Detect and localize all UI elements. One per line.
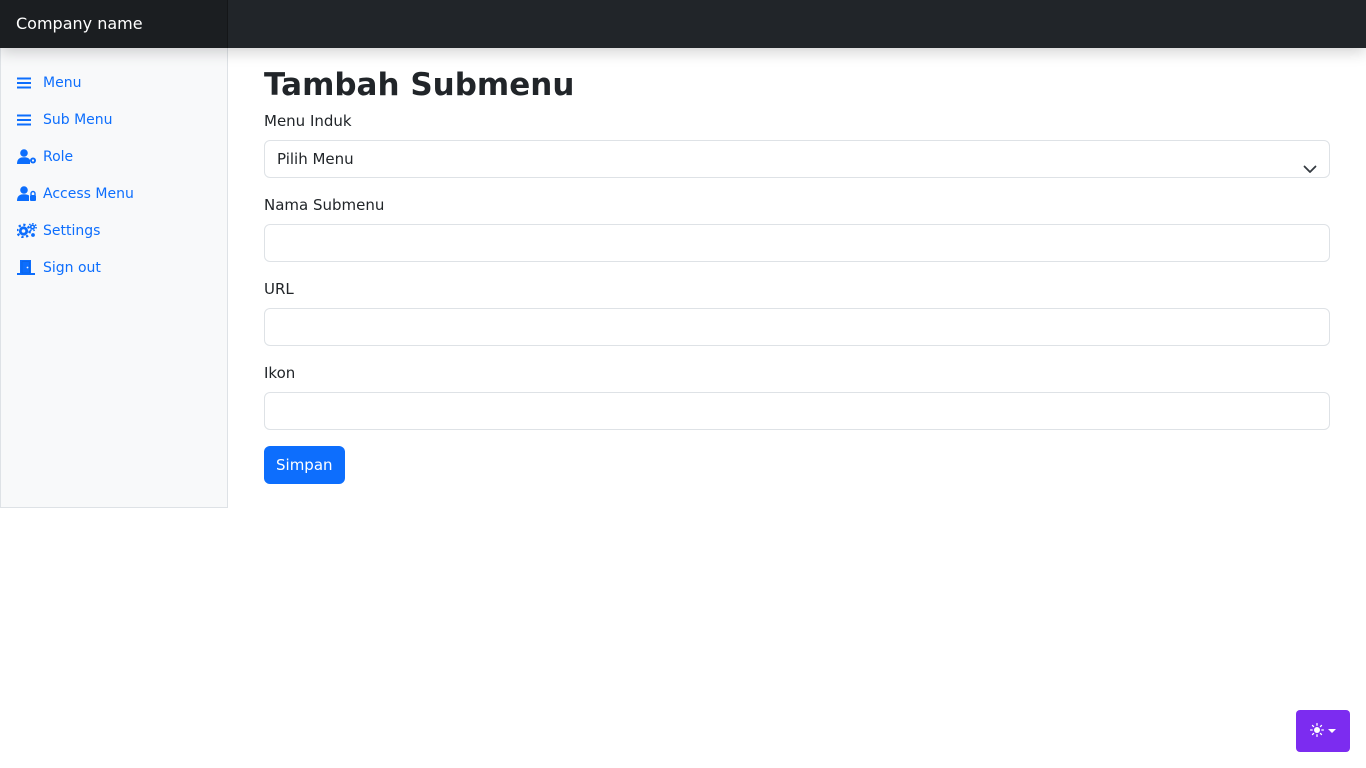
theme-toggle-button[interactable] [1296, 710, 1350, 752]
parent-menu-select[interactable]: Pilih Menu [264, 140, 1330, 178]
door-open-icon [17, 260, 37, 276]
sidebar-item-label: Sub Menu [43, 111, 113, 128]
sidebar: Menu Sub Menu Role Access Menu Settings … [0, 48, 228, 508]
url-group: URL [264, 278, 1330, 346]
chevron-down-icon [1303, 153, 1317, 173]
user-lock-icon [17, 186, 37, 202]
submenu-name-input[interactable] [264, 224, 1330, 262]
sidebar-item-role[interactable]: Role [1, 138, 227, 175]
sidebar-item-access-menu[interactable]: Access Menu [1, 175, 227, 212]
sidebar-item-label: Role [43, 148, 74, 165]
page-title: Tambah Submenu [264, 67, 575, 103]
url-label: URL [264, 280, 294, 298]
submenu-name-group: Nama Submenu [264, 194, 1330, 262]
icon-group: Ikon [264, 362, 1330, 430]
sidebar-item-label: Sign out [43, 259, 101, 276]
gears-icon [17, 223, 37, 239]
sidebar-item-sign-out[interactable]: Sign out [1, 249, 227, 286]
url-input[interactable] [264, 308, 1330, 346]
icon-input[interactable] [264, 392, 1330, 430]
sidebar-item-label: Menu [43, 74, 82, 91]
sidebar-item-label: Access Menu [43, 185, 134, 202]
parent-menu-selected-value: Pilih Menu [277, 150, 354, 168]
icon-label: Ikon [264, 364, 296, 382]
save-button[interactable]: Simpan [264, 446, 345, 484]
sidebar-item-label: Settings [43, 222, 101, 239]
caret-down-icon [1328, 729, 1336, 733]
brand-link[interactable]: Company name [0, 0, 228, 48]
main-content: Tambah Submenu Menu Induk Pilih Menu Nam… [264, 48, 1330, 484]
list-icon [17, 112, 37, 128]
sidebar-item-sub-menu[interactable]: Sub Menu [1, 101, 227, 138]
submenu-name-label: Nama Submenu [264, 196, 385, 214]
add-submenu-form: Menu Induk Pilih Menu Nama Submenu URL I… [264, 110, 1330, 484]
sidebar-item-settings[interactable]: Settings [1, 212, 227, 249]
sidebar-item-menu[interactable]: Menu [1, 64, 227, 101]
top-navbar: Company name [0, 0, 1366, 48]
sun-icon [1309, 722, 1325, 741]
list-icon [17, 75, 37, 91]
user-gear-icon [17, 149, 37, 165]
parent-menu-group: Menu Induk Pilih Menu [264, 110, 1330, 178]
parent-menu-label: Menu Induk [264, 112, 352, 130]
